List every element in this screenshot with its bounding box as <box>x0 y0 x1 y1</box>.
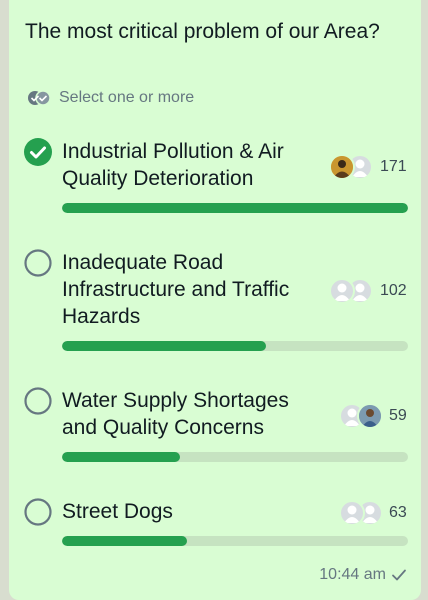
checked-radio-icon[interactable] <box>24 138 52 166</box>
voter-avatars[interactable] <box>339 500 383 526</box>
vote-count: 59 <box>389 407 407 424</box>
poll-option-label-line: Infrastructure and Traffic <box>62 278 290 301</box>
double-check-icon <box>28 90 51 106</box>
poll-option-label-line: Quality Deterioration <box>62 167 254 190</box>
sent-check-icon <box>392 569 406 581</box>
vote-bar <box>62 341 408 351</box>
poll-option-label: Street Dogs <box>62 498 173 525</box>
vote-bar-fill <box>62 203 408 213</box>
radio-icon[interactable] <box>24 249 52 277</box>
poll-option-label-line: Water Supply Shortages <box>62 389 289 412</box>
vote-count: 102 <box>380 282 407 299</box>
message-timestamp: 10:44 am <box>319 566 407 584</box>
time-text: 10:44 am <box>319 566 386 583</box>
poll-hint-text: Select one or more <box>59 89 195 106</box>
avatar <box>357 403 383 429</box>
vote-count: 63 <box>389 504 407 521</box>
voter-avatars[interactable] <box>339 403 383 429</box>
poll-option-label-line: Hazards <box>62 305 141 328</box>
vote-bar <box>62 536 408 546</box>
radio-icon[interactable] <box>24 387 52 415</box>
vote-bar-fill <box>62 536 187 546</box>
radio-icon[interactable] <box>24 498 52 526</box>
poll-message-bubble: The most critical problem of our Area? S… <box>9 0 421 600</box>
poll-option-label-line: Inadequate Road <box>62 251 224 274</box>
vote-bar-fill <box>62 341 267 351</box>
avatar <box>329 278 355 304</box>
poll-question: The most critical problem of our Area? <box>25 20 380 43</box>
vote-bar-fill <box>62 452 180 462</box>
voter-avatars[interactable] <box>329 154 373 180</box>
poll-option-label-line: Industrial Pollution & Air <box>62 140 284 163</box>
poll-option-label: Water Supply Shortages and Quality Conce… <box>62 387 289 441</box>
poll-option-label: Industrial Pollution & Air Quality Deter… <box>62 138 284 192</box>
avatar <box>339 500 365 526</box>
poll-option-label-line: Street Dogs <box>62 500 173 523</box>
poll-hint: Select one or more <box>27 87 194 109</box>
poll-option-label-line: and Quality Concerns <box>62 416 264 439</box>
vote-count: 171 <box>380 158 407 175</box>
voter-avatars[interactable] <box>329 278 373 304</box>
vote-bar <box>62 452 408 462</box>
vote-bar <box>62 203 408 213</box>
avatar <box>329 154 355 180</box>
poll-option-label: Inadequate Road Infrastructure and Traff… <box>62 249 289 330</box>
